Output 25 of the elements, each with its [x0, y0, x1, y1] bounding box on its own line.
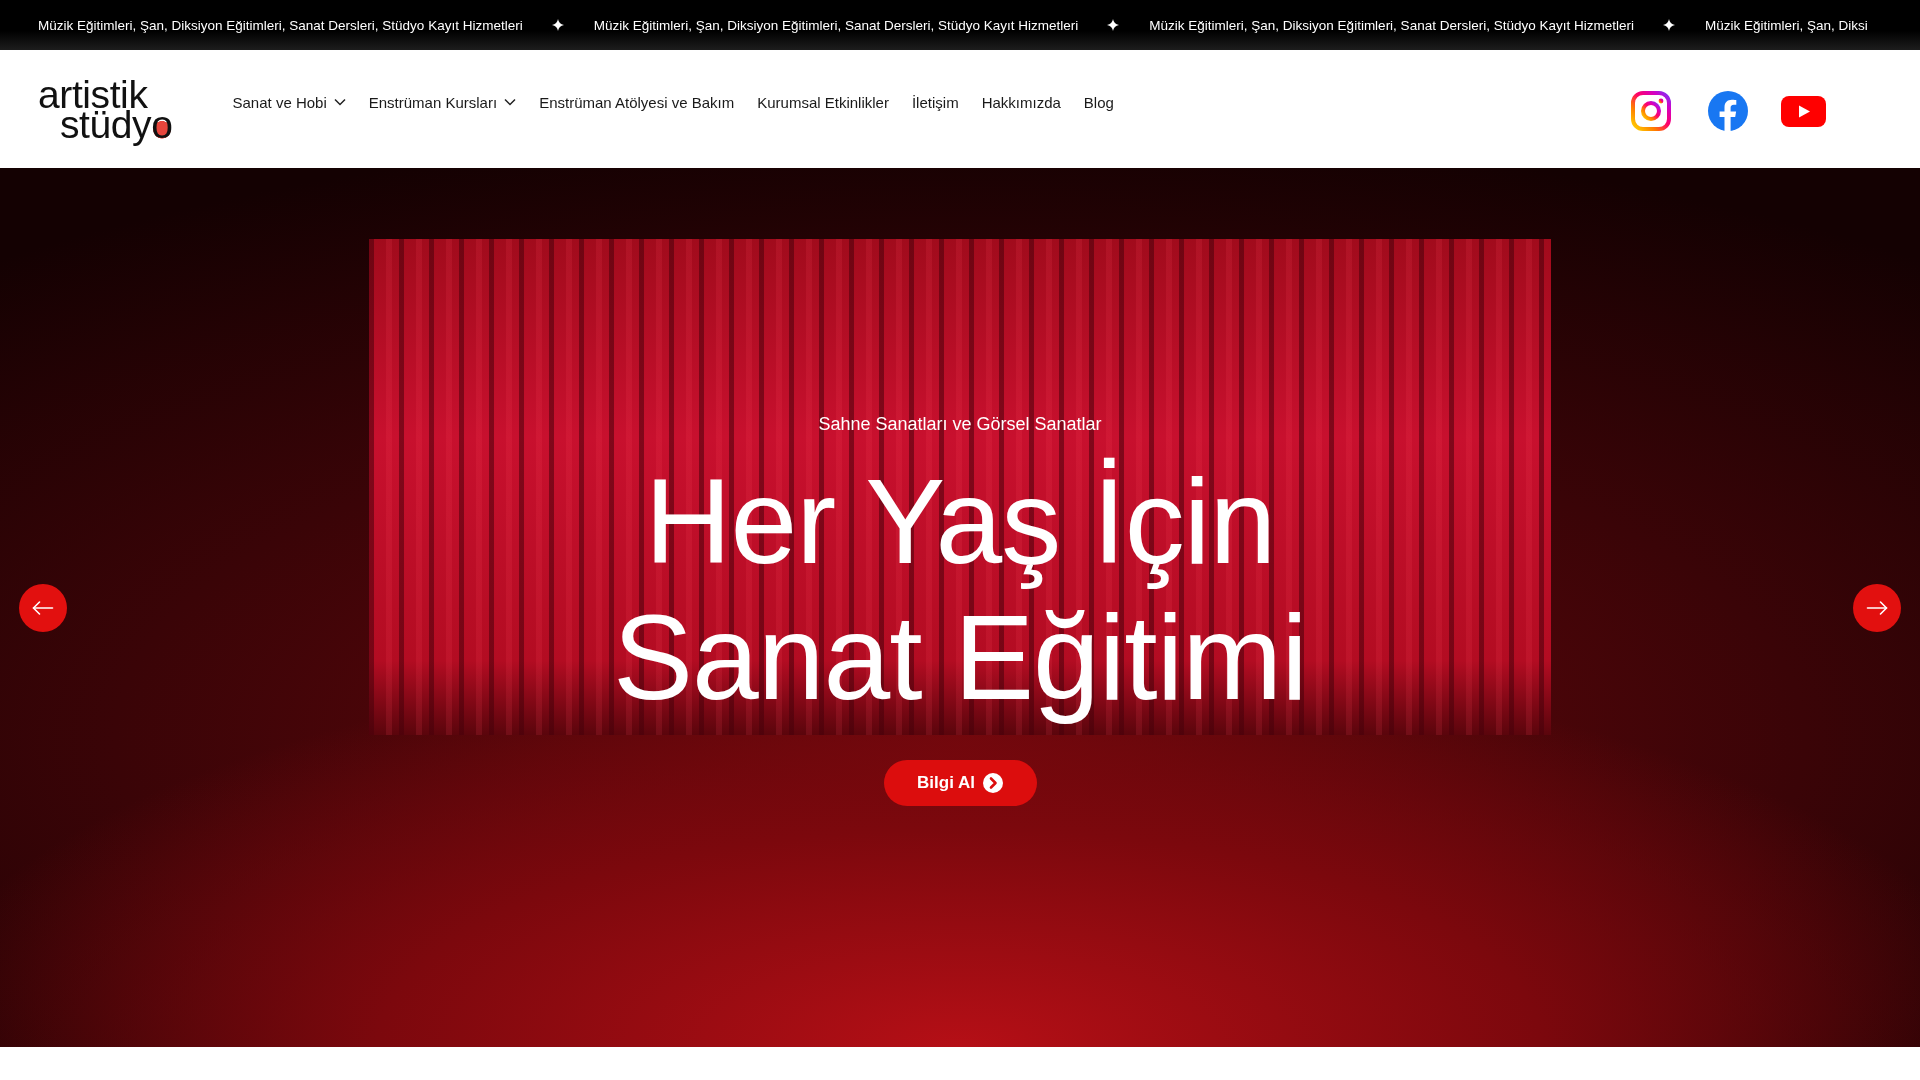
nav-link[interactable]: Sanat ve Hobi — [232, 93, 346, 111]
arrow-left-icon — [32, 600, 54, 615]
nav-link[interactable]: Enstrüman Atölyesi ve Bakım — [539, 93, 735, 111]
nav-link[interactable]: Enstrüman Kursları — [368, 93, 517, 111]
ticker-text: Müzik Eğitimleri, Şan, Diksiyon Eğitimleri, Sanat Dersleri, Stüdyo Kayıt Hizmetleri — [38, 17, 523, 33]
nav-link[interactable]: İletişim — [911, 93, 959, 111]
ticker-text: Müzik Eğitimleri, Şan, Diksiyon Eğitimleri, Sanat Dersleri, Stüdyo Kayıt Hizmetleri — [1149, 17, 1634, 33]
nav-link[interactable]: Kurumsal Etkinlikler — [757, 93, 889, 111]
nav-link[interactable]: Hakkımızda — [981, 93, 1061, 111]
arrow-right-icon — [1866, 600, 1888, 615]
instagram-icon[interactable] — [1631, 91, 1671, 131]
facebook-icon[interactable] — [1708, 91, 1748, 131]
sparkle-icon — [551, 19, 564, 31]
cta-button[interactable]: Bilgi Al — [883, 760, 1037, 806]
next-slide-button[interactable] — [1853, 583, 1901, 632]
nav-link[interactable]: Blog — [1083, 93, 1114, 111]
sparkle-icon — [1662, 19, 1675, 31]
ticker-text: Müzik Eğitimleri, Şan, Diksiyon Eğitimleri, Sanat Dersleri, Stüdyo Kayıt Hizmetleri — [593, 17, 1079, 33]
previous-slide-button[interactable] — [19, 583, 67, 632]
sparkle-icon — [1107, 19, 1120, 31]
ticker-text: Müzik Eğitimleri, Şan, Diksi — [1704, 17, 1868, 33]
chevron-right-circle-icon — [982, 773, 1003, 793]
hero-subtitle: Sahne Sanatları ve Görsel Sanatlar — [818, 413, 1102, 436]
youtube-icon[interactable] — [1781, 95, 1826, 127]
hero-headline: Her Yaş İçin Sanat Eğitimi — [613, 453, 1307, 725]
